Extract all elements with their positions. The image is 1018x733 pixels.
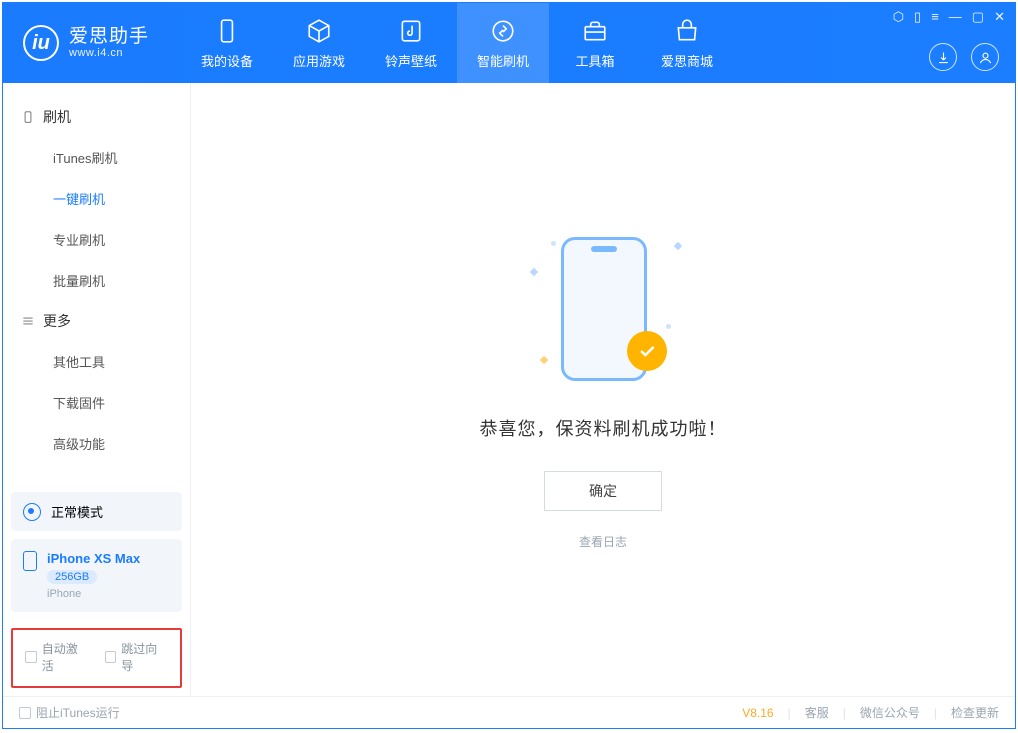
ok-button[interactable]: 确定 xyxy=(544,471,662,511)
help-icon[interactable]: ▯ xyxy=(914,9,921,25)
statusbar: 阻止iTunes运行 V8.16 | 客服 | 微信公众号 | 检查更新 xyxy=(3,696,1015,728)
device-mode-card[interactable]: 正常模式 xyxy=(11,492,182,531)
recycle-icon xyxy=(489,17,517,45)
close-button[interactable]: ✕ xyxy=(994,9,1005,25)
success-illustration xyxy=(523,229,683,389)
tab-label: 工具箱 xyxy=(576,51,615,70)
device-mode-label: 正常模式 xyxy=(51,502,103,521)
tab-label: 爱思商城 xyxy=(661,51,713,70)
sidebar-group-title: 更多 xyxy=(43,311,71,331)
device-storage: 256GB xyxy=(47,570,97,584)
check-update-link[interactable]: 检查更新 xyxy=(951,704,999,721)
app-subtitle: www.i4.cn xyxy=(69,47,149,59)
header: iu 爱思助手 www.i4.cn 我的设备 应用游戏 铃声壁纸 智能刷机 xyxy=(3,3,1015,83)
tab-smart-flash[interactable]: 智能刷机 xyxy=(457,3,549,83)
highlighted-options: 自动激活 跳过向导 xyxy=(11,628,182,688)
minimize-button[interactable]: — xyxy=(949,9,962,25)
tab-apps-games[interactable]: 应用游戏 xyxy=(273,3,365,83)
sidebar-item-oneclick-flash[interactable]: 一键刷机 xyxy=(3,178,190,219)
logo: iu 爱思助手 www.i4.cn xyxy=(3,3,171,83)
sidebar-item-batch-flash[interactable]: 批量刷机 xyxy=(3,260,190,301)
device-info-card[interactable]: iPhone XS Max 256GB iPhone xyxy=(11,539,182,612)
maximize-button[interactable]: ▢ xyxy=(972,9,984,25)
checkbox-skip-guide[interactable]: 跳过向导 xyxy=(105,640,169,674)
sidebar-item-itunes-flash[interactable]: iTunes刷机 xyxy=(3,137,190,178)
tab-ringtone-wallpaper[interactable]: 铃声壁纸 xyxy=(365,3,457,83)
checkbox-label: 阻止iTunes运行 xyxy=(36,704,120,721)
list-icon xyxy=(21,314,35,328)
user-button[interactable] xyxy=(971,43,999,71)
device-icon xyxy=(213,17,241,45)
sidebar-item-pro-flash[interactable]: 专业刷机 xyxy=(3,219,190,260)
checkbox-label: 自动激活 xyxy=(42,640,89,674)
checkbox-auto-activate[interactable]: 自动激活 xyxy=(25,640,89,674)
feedback-icon[interactable]: ⬡ xyxy=(893,9,904,25)
tab-store[interactable]: 爱思商城 xyxy=(641,3,733,83)
sidebar-group-title: 刷机 xyxy=(43,107,71,127)
sidebar: 刷机 iTunes刷机 一键刷机 专业刷机 批量刷机 更多 其他工具 下载固件 … xyxy=(3,83,191,696)
phone-outline-icon xyxy=(21,110,35,124)
cube-icon xyxy=(305,17,333,45)
main-content: 恭喜您，保资料刷机成功啦！ 确定 查看日志 xyxy=(191,83,1015,696)
support-link[interactable]: 客服 xyxy=(805,704,829,721)
view-log-link[interactable]: 查看日志 xyxy=(579,533,627,550)
sidebar-item-advanced[interactable]: 高级功能 xyxy=(3,423,190,464)
tab-label: 应用游戏 xyxy=(293,51,345,70)
sidebar-item-other-tools[interactable]: 其他工具 xyxy=(3,341,190,382)
sidebar-item-download-firmware[interactable]: 下载固件 xyxy=(3,382,190,423)
window-controls: ⬡ ▯ ≡ — ▢ ✕ xyxy=(893,9,1005,25)
mode-icon xyxy=(23,503,41,521)
menu-icon[interactable]: ≡ xyxy=(931,9,939,25)
tab-label: 智能刷机 xyxy=(477,51,529,70)
checkbox-label: 跳过向导 xyxy=(121,640,168,674)
tab-label: 铃声壁纸 xyxy=(385,51,437,70)
wechat-link[interactable]: 微信公众号 xyxy=(860,704,920,721)
sidebar-group-more: 更多 xyxy=(3,301,190,341)
toolbox-icon xyxy=(581,17,609,45)
device-name: iPhone XS Max xyxy=(47,551,140,566)
success-message: 恭喜您，保资料刷机成功啦！ xyxy=(480,415,727,441)
tab-toolbox[interactable]: 工具箱 xyxy=(549,3,641,83)
check-badge-icon xyxy=(627,331,667,371)
music-icon xyxy=(397,17,425,45)
store-icon xyxy=(673,17,701,45)
phone-icon xyxy=(23,551,37,571)
device-type: iPhone xyxy=(47,588,140,600)
tab-label: 我的设备 xyxy=(201,51,253,70)
download-button[interactable] xyxy=(929,43,957,71)
sidebar-group-flash: 刷机 xyxy=(3,97,190,137)
checkbox-block-itunes[interactable]: 阻止iTunes运行 xyxy=(19,704,120,721)
logo-icon: iu xyxy=(23,25,59,61)
tab-my-device[interactable]: 我的设备 xyxy=(181,3,273,83)
app-title: 爱思助手 xyxy=(69,27,149,48)
version-label: V8.16 xyxy=(742,706,773,720)
top-tabs: 我的设备 应用游戏 铃声壁纸 智能刷机 工具箱 爱思商城 xyxy=(181,3,733,83)
